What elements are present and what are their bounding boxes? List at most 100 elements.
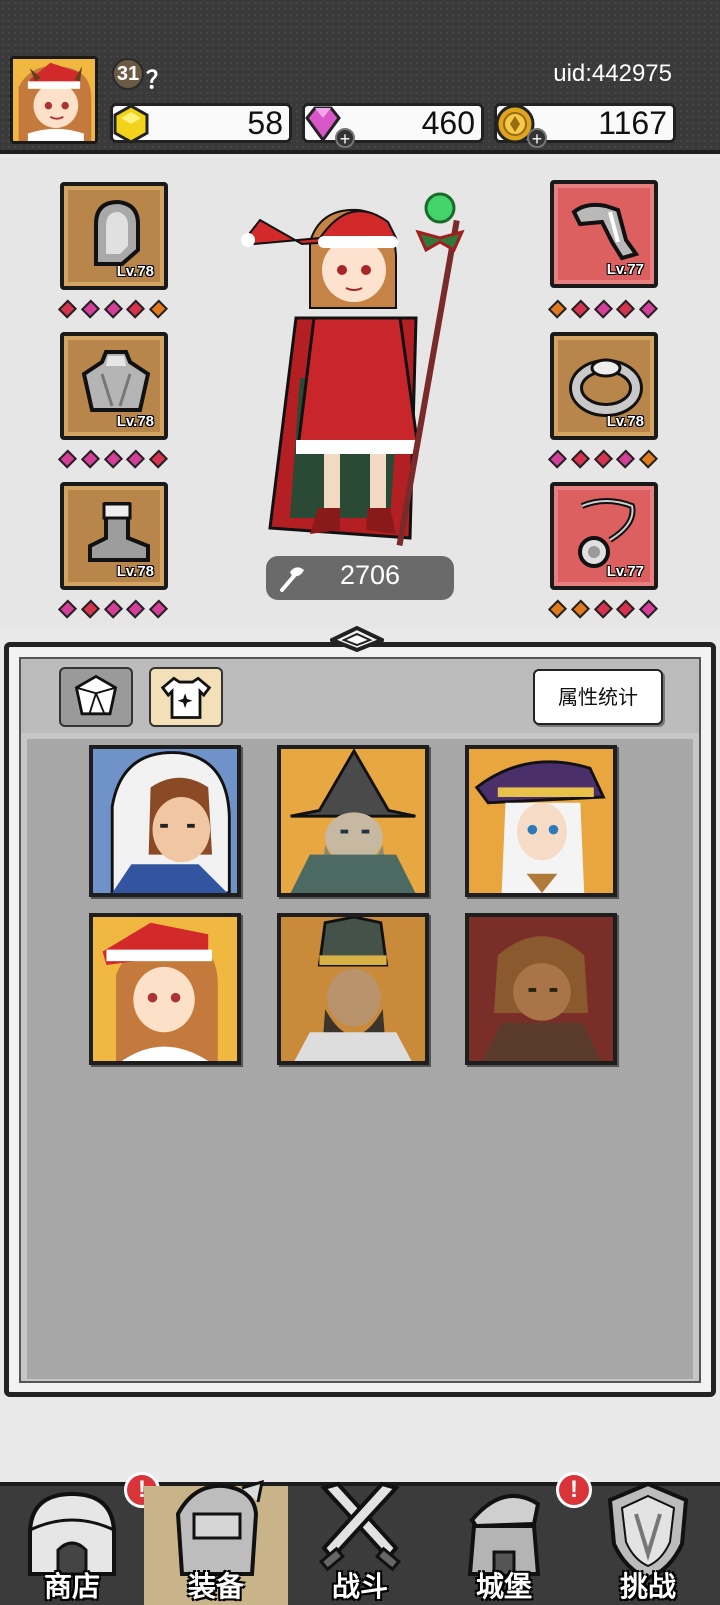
hero-grid (27, 739, 693, 1379)
gem-row (57, 449, 169, 469)
equip-slot-hood[interactable]: Lv.78 (60, 182, 168, 290)
monkey-king-portrait-icon (469, 917, 613, 1061)
gem-icon (57, 449, 77, 469)
nav-castle[interactable]: 城堡 (432, 1486, 576, 1605)
gem-icon (616, 599, 636, 619)
gem-icon (616, 449, 636, 469)
gem-icon (149, 299, 169, 319)
player-level-badge: 31 (112, 58, 144, 90)
top-bar: 31 ？ uid:442975 58 + 460 + 1167 (0, 0, 720, 154)
gem-icon (616, 299, 636, 319)
hero-select-panel: 属性统计 (4, 642, 716, 1397)
combat-power: 2706 (266, 556, 454, 600)
hood-icon (94, 199, 140, 266)
equip-level: Lv.77 (606, 563, 644, 580)
hero-card-bishop[interactable] (277, 913, 429, 1065)
hero-card-witch[interactable] (465, 745, 617, 897)
gem-row (57, 599, 169, 619)
gem-icon (149, 449, 169, 469)
gem-icon (126, 449, 146, 469)
gem-icon (80, 599, 100, 619)
gem-icon (103, 299, 123, 319)
tab-costume[interactable] (149, 667, 223, 727)
equip-slot-amulet[interactable]: Lv.77 (550, 482, 658, 590)
cloak-icon (81, 350, 151, 412)
santa-girl-portrait-icon (93, 917, 237, 1061)
gem-icon (570, 449, 590, 469)
gem-icon (103, 449, 123, 469)
staff-power-icon (280, 567, 304, 592)
gem-icon (103, 599, 123, 619)
gem-icon (547, 449, 567, 469)
gem-icon (74, 674, 118, 716)
equip-slot-ring[interactable]: Lv.78 (550, 332, 658, 440)
gem-row (57, 299, 169, 319)
hero-select-inner: 属性统计 (19, 657, 701, 1383)
gem-row (547, 299, 659, 319)
gem-row (547, 449, 659, 469)
nav-shop-label: 商店 (43, 1570, 100, 1603)
bishop-portrait-icon (281, 917, 425, 1061)
gold-crystal-icon (113, 104, 149, 144)
gem-icon (593, 299, 613, 319)
hero-card-white-hood-knight[interactable] (89, 745, 241, 897)
shirt-icon (160, 676, 212, 719)
equip-slot-gauntlet[interactable]: Lv.77 (550, 180, 658, 288)
hero-card-santa-girl[interactable] (89, 913, 241, 1065)
equip-level: Lv.78 (116, 413, 154, 430)
gem-icon (80, 299, 100, 319)
nav-shop[interactable]: 商店 (0, 1486, 144, 1605)
equip-level: Lv.77 (606, 261, 644, 278)
equip-slot-boots[interactable]: Lv.78 (60, 482, 168, 590)
gem-icon (639, 299, 659, 319)
witch-portrait-icon (469, 749, 613, 893)
equipment-area: Lv.78 Lv.78 Lv.78 Lv.77 Lv.78 Lv.77 2706 (0, 158, 720, 628)
avatar-portrait-icon (13, 59, 95, 141)
boots-icon (88, 502, 150, 562)
nav-battle[interactable]: 战斗 (288, 1481, 432, 1605)
grey-wizard-portrait-icon (281, 749, 425, 893)
gem-icon (639, 599, 659, 619)
gem-icon (547, 299, 567, 319)
bottom-nav: 商店 ! 装备 战斗 城堡 ! 挑战 (0, 1472, 720, 1605)
gem-icon (593, 599, 613, 619)
player-name[interactable]: ？ (146, 60, 170, 95)
gem-row (547, 599, 659, 619)
gem-icon (570, 599, 590, 619)
currency-gold-crystal: 58 (110, 103, 292, 144)
gold-crystal-value: 58 (247, 105, 283, 141)
amulet-icon (578, 498, 636, 568)
hero-card-grey-wizard[interactable] (277, 745, 429, 897)
nav-challenge-label: 挑战 (619, 1570, 676, 1603)
player-uid: uid:442975 (553, 60, 672, 87)
coin-value: 1167 (598, 105, 667, 141)
player-avatar[interactable] (10, 56, 98, 144)
gem-icon (547, 599, 567, 619)
gem-icon (126, 299, 146, 319)
gem-icon (80, 449, 100, 469)
nav-challenge[interactable]: 挑战 (576, 1481, 720, 1605)
panel-header: 属性统计 (21, 659, 699, 733)
gem-icon (57, 299, 77, 319)
tab-gems[interactable] (59, 667, 133, 727)
currency-diamond[interactable]: + 460 (302, 103, 484, 148)
currency-coin[interactable]: + 1167 (494, 103, 676, 148)
equip-level: Lv.78 (606, 413, 644, 430)
nav-castle-label: 城堡 (475, 1570, 532, 1603)
gem-icon (639, 449, 659, 469)
coin-add-icon[interactable]: + (527, 128, 547, 148)
attribute-stats-button[interactable]: 属性统计 (533, 669, 663, 725)
hero-card-monkey-king[interactable] (465, 913, 617, 1065)
diamond-value: 460 (421, 105, 475, 141)
nav-equipment-label: 装备 (187, 1570, 244, 1603)
equip-level: Lv.78 (116, 263, 154, 280)
equip-slot-cloak[interactable]: Lv.78 (60, 332, 168, 440)
nav-equipment[interactable]: 装备 (144, 1479, 288, 1605)
white-hood-knight-portrait-icon (93, 749, 237, 893)
gauntlet-icon (571, 202, 640, 261)
equip-level: Lv.78 (116, 563, 154, 580)
hero-character-art[interactable] (240, 178, 480, 558)
diamond-add-icon[interactable]: + (335, 128, 355, 148)
gem-icon (149, 599, 169, 619)
gem-icon (570, 299, 590, 319)
